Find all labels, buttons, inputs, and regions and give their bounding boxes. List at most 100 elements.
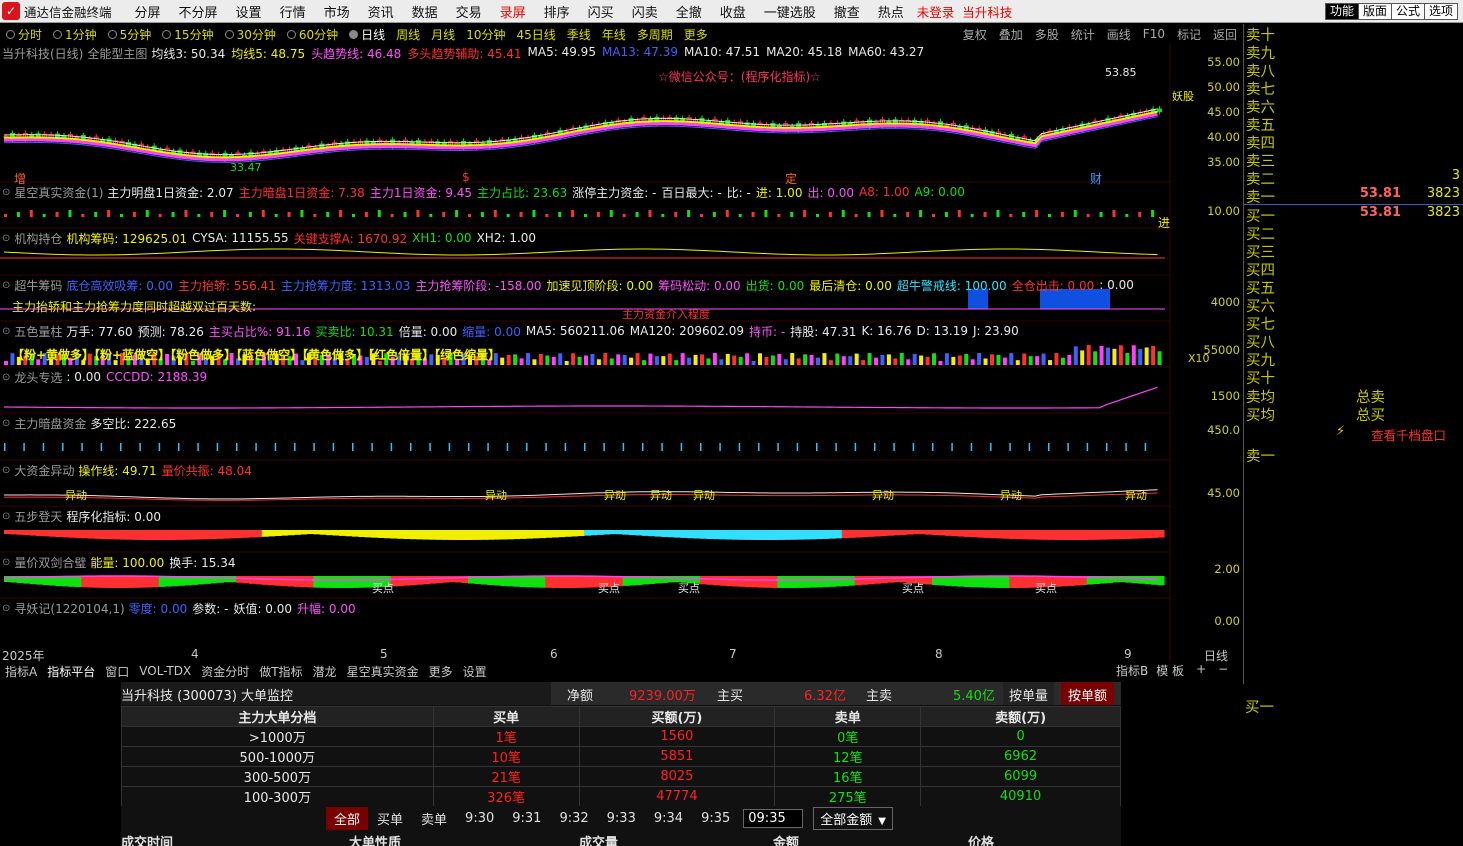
remove-pane-button[interactable]: −: [1214, 662, 1232, 679]
buy-level-row[interactable]: 买一 53.81 3823: [1246, 205, 1461, 225]
menu-item[interactable]: 交易: [447, 2, 491, 21]
chart-tool-button[interactable]: 叠加: [993, 26, 1029, 43]
indicator-tab[interactable]: 星空真实资金: [342, 663, 424, 680]
time-input[interactable]: 09:35: [743, 808, 804, 828]
template-button[interactable]: 模 板: [1152, 662, 1188, 679]
collapse-icon[interactable]: ⊙: [2, 280, 10, 291]
menu-item[interactable]: 闪卖: [623, 2, 667, 21]
filter-button[interactable]: 9:32: [550, 811, 597, 826]
formula-button[interactable]: 公式: [1391, 3, 1426, 20]
menu-item[interactable]: 不分屏: [170, 2, 227, 21]
period-tab[interactable]: 月线: [425, 26, 460, 43]
buy-level-row[interactable]: 买八: [1246, 331, 1461, 351]
period-tab[interactable]: 60分钟: [281, 26, 343, 43]
indicator-name[interactable]: 机构持仓: [14, 230, 62, 247]
filter-button[interactable]: 9:33: [598, 811, 645, 826]
filter-button[interactable]: 9:35: [692, 811, 739, 826]
period-tab[interactable]: 分时: [0, 26, 47, 43]
filter-button[interactable]: 9:31: [503, 811, 550, 826]
sell-level-row[interactable]: 卖三: [1246, 150, 1461, 170]
thousand-level-link[interactable]: 查看千档盘口: [1371, 425, 1446, 444]
event-marker-dividend[interactable]: $: [462, 170, 470, 184]
period-tab[interactable]: 更多: [678, 26, 713, 43]
function-button[interactable]: 功能: [1325, 3, 1360, 20]
sell-level-row[interactable]: 卖六: [1246, 96, 1461, 116]
period-tab[interactable]: 5分钟: [102, 26, 157, 43]
menu-item[interactable]: 闪买: [579, 2, 623, 21]
indicator-tab[interactable]: 更多: [424, 663, 458, 680]
amount-select[interactable]: 全部金额 ▼: [813, 806, 893, 830]
menu-item[interactable]: 全撤: [667, 2, 711, 21]
collapse-icon[interactable]: ⊙: [2, 511, 10, 522]
sell-level-row[interactable]: 卖八: [1246, 60, 1461, 80]
period-tab[interactable]: 30分钟: [219, 26, 281, 43]
chart-tool-button[interactable]: 多股: [1029, 26, 1065, 43]
menu-item[interactable]: 设置: [227, 2, 271, 21]
by-amount-button[interactable]: 按单额: [1061, 682, 1115, 705]
menu-item[interactable]: 市场: [315, 2, 359, 21]
buy-level-row[interactable]: 买七: [1246, 313, 1461, 333]
collapse-icon[interactable]: ⊙: [2, 372, 10, 383]
period-tab[interactable]: 45日线: [510, 26, 560, 43]
menu-item[interactable]: 资讯: [359, 2, 403, 21]
filter-button[interactable]: 卖单: [412, 809, 456, 828]
sell-level-row[interactable]: 卖七: [1246, 78, 1461, 98]
login-status[interactable]: 未登录: [913, 2, 959, 21]
buy-level-row[interactable]: 买九: [1246, 349, 1461, 369]
collapse-icon[interactable]: ⊙: [2, 418, 10, 429]
indicator-tab[interactable]: 做T指标: [254, 663, 307, 680]
buy-level-row[interactable]: 买二: [1246, 223, 1461, 243]
big-order-row[interactable]: >1000万 1笔 1560 0笔 0: [121, 726, 1121, 747]
collapse-icon[interactable]: ⊙: [2, 465, 10, 476]
indicator-name[interactable]: 五步登天: [14, 508, 62, 525]
indicator-tab[interactable]: 指标平台: [42, 663, 100, 680]
filter-button[interactable]: 9:34: [645, 811, 692, 826]
menu-item[interactable]: 撤查: [825, 2, 869, 21]
indicator-name[interactable]: 超牛筹码: [14, 277, 62, 294]
period-tab[interactable]: 周线: [390, 26, 425, 43]
collapse-icon[interactable]: ⊙: [2, 233, 10, 244]
period-tab[interactable]: 日线: [343, 26, 390, 43]
buy-level-row[interactable]: 买十: [1246, 367, 1461, 387]
indicator-name[interactable]: 主力暗盘资金: [14, 415, 86, 432]
period-tab[interactable]: 1分钟: [47, 26, 102, 43]
indicator-name[interactable]: 大资金异动: [14, 462, 74, 479]
menu-item[interactable]: 收盘: [711, 2, 755, 21]
big-order-row[interactable]: 100-300万 326笔 47774 275笔 40910: [121, 786, 1121, 807]
add-pane-button[interactable]: +: [1188, 662, 1214, 679]
main-chart-formula[interactable]: 全能型主图: [87, 45, 147, 62]
buy-level-row[interactable]: 买四: [1246, 259, 1461, 279]
buy-level-row[interactable]: 买五: [1246, 277, 1461, 297]
chart-tool-button[interactable]: 复权: [957, 26, 993, 43]
menu-item[interactable]: 一键选股: [755, 2, 825, 21]
indicator-tab[interactable]: 资金分时: [196, 663, 254, 680]
big-order-row[interactable]: 300-500万 21笔 8025 16笔 6099: [121, 766, 1121, 787]
layout-button[interactable]: 版面: [1358, 3, 1393, 20]
indicator-name[interactable]: 龙头专选: [14, 369, 62, 386]
menu-item[interactable]: 分屏: [126, 2, 170, 21]
event-marker-cai[interactable]: 财: [1090, 170, 1102, 187]
collapse-icon[interactable]: ⊙: [2, 557, 10, 568]
menu-item[interactable]: 行情: [271, 2, 315, 21]
indicator-tab[interactable]: 指标A: [0, 663, 42, 680]
buy-level-row[interactable]: 买六: [1246, 295, 1461, 315]
by-count-button[interactable]: 按单量: [1003, 682, 1055, 705]
indicator-tab[interactable]: VOL-TDX: [134, 664, 196, 678]
period-tab[interactable]: 多周期: [631, 26, 678, 43]
filter-button[interactable]: 买单: [368, 809, 412, 828]
collapse-icon[interactable]: ⊙: [2, 326, 10, 337]
period-tab[interactable]: 季线: [561, 26, 596, 43]
period-tab[interactable]: 10分钟: [460, 26, 510, 43]
filter-button[interactable]: 全部: [326, 806, 369, 830]
big-order-row[interactable]: 500-1000万 10笔 5851 12笔 6962: [121, 746, 1121, 767]
menu-item[interactable]: 录屏: [491, 2, 535, 21]
period-tab[interactable]: 年线: [596, 26, 631, 43]
buy-level-row[interactable]: 买三: [1246, 241, 1461, 261]
menu-item[interactable]: 热点: [869, 2, 913, 21]
period-tab[interactable]: 15分钟: [156, 26, 218, 43]
sell-level-row[interactable]: 卖九: [1246, 42, 1461, 62]
chart-tool-button[interactable]: 统计: [1065, 26, 1101, 43]
indicator-tab[interactable]: 潜龙: [308, 663, 342, 680]
collapse-icon[interactable]: ⊙: [2, 187, 10, 198]
sell-level-row[interactable]: 卖十: [1246, 24, 1461, 44]
